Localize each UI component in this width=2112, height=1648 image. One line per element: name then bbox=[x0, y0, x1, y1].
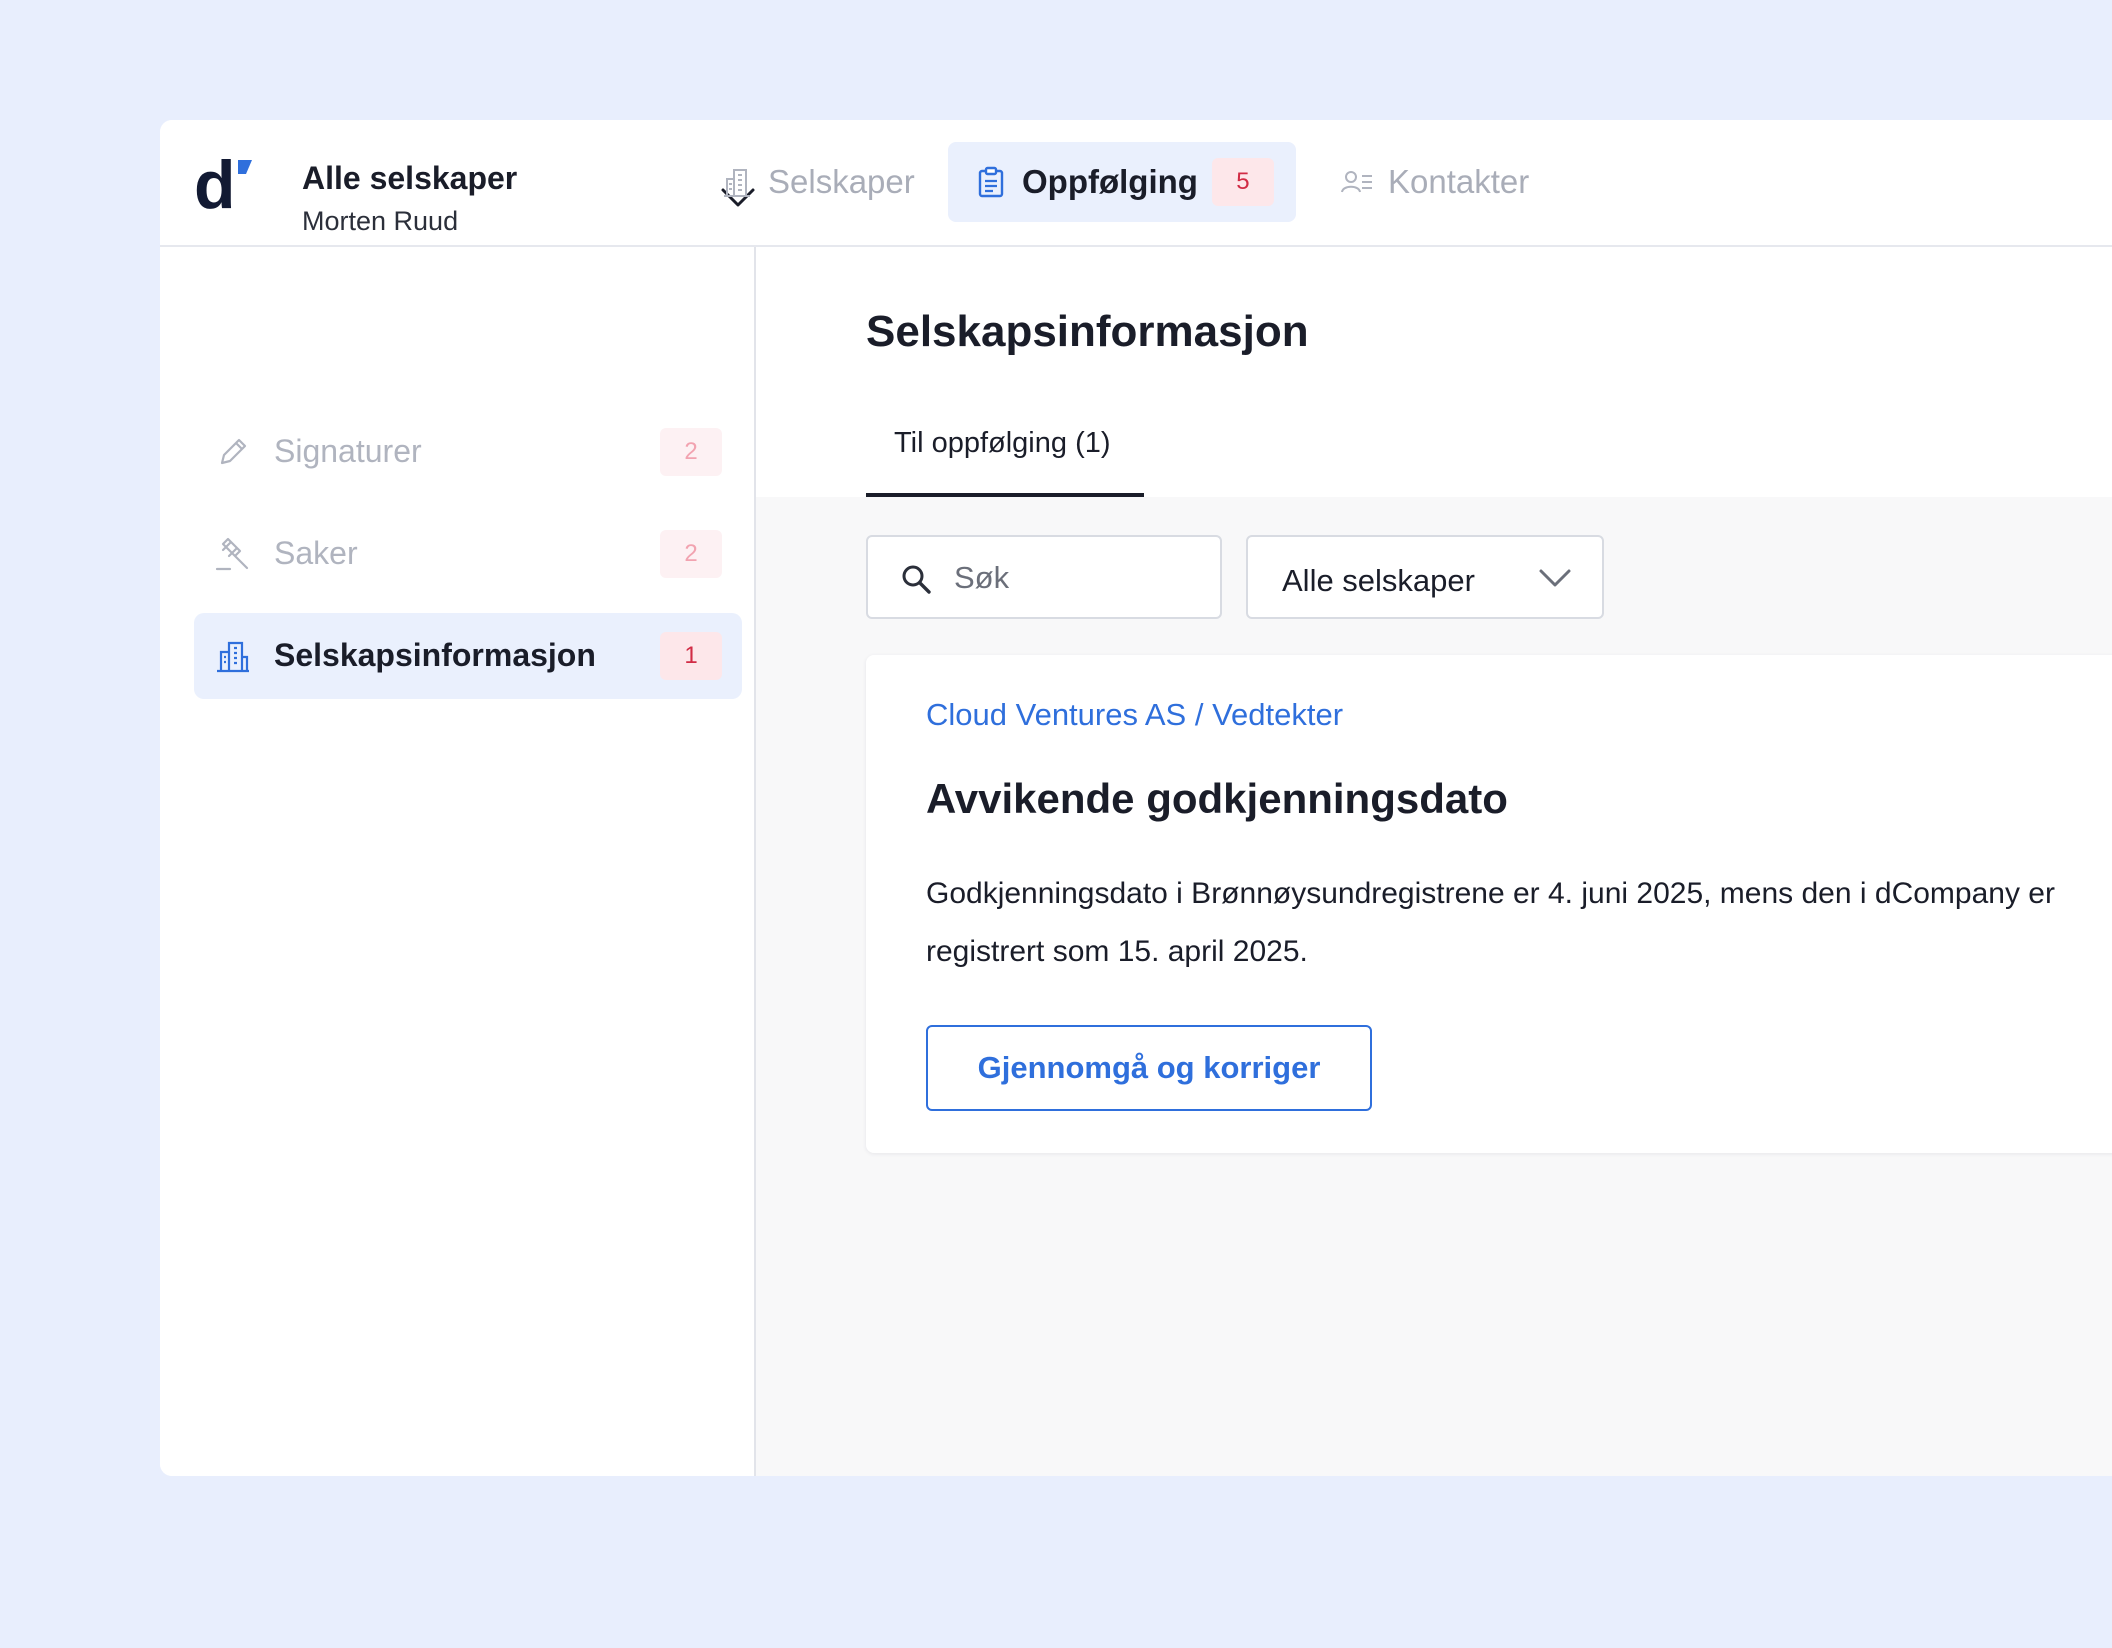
company-switcher-title: Alle selskaper bbox=[302, 160, 518, 196]
company-filter-value: Alle selskaper bbox=[1282, 563, 1475, 598]
sidebar: Signaturer 2 Saker 2 Selskapsinformasjon… bbox=[160, 247, 756, 1476]
page-title: Selskapsinformasjon bbox=[866, 307, 1309, 356]
sidebar-item-label: Signaturer bbox=[274, 433, 422, 469]
pen-icon bbox=[220, 438, 247, 465]
sidebar-item-label: Saker bbox=[274, 535, 358, 571]
content-header: Selskapsinformasjon Til oppfølging (1) bbox=[756, 247, 2112, 497]
card-breadcrumb-link[interactable]: Cloud Ventures AS / Vedtekter bbox=[926, 697, 1343, 733]
review-and-correct-button[interactable]: Gjennomgå og korriger bbox=[926, 1025, 1372, 1111]
tab-oppfolging-badge: 5 bbox=[1211, 158, 1274, 206]
tab-kontakter[interactable]: Kontakter bbox=[1326, 142, 1543, 222]
tab-oppfolging[interactable]: Oppfølging 5 bbox=[948, 142, 1296, 222]
tab-selskaper[interactable]: Selskaper bbox=[706, 142, 929, 222]
clipboard-icon bbox=[978, 166, 1004, 198]
sidebar-item-selskapsinformasjon[interactable]: Selskapsinformasjon 1 bbox=[194, 613, 742, 699]
search-icon bbox=[902, 565, 931, 594]
search-input[interactable] bbox=[952, 551, 1206, 605]
card-description: Godkjenningsdato i Brønnøysundregistrene… bbox=[926, 877, 2055, 968]
tab-oppfolging-label: Oppfølging bbox=[1022, 163, 1198, 200]
sidebar-item-label: Selskapsinformasjon bbox=[274, 637, 596, 673]
chevron-down-icon bbox=[1539, 569, 1571, 587]
sidebar-item-signaturer[interactable]: Signaturer 2 bbox=[194, 409, 742, 495]
contacts-icon bbox=[1341, 171, 1372, 193]
app-window: d Alle selskaper Morten Ruud Selskaper O… bbox=[160, 120, 2112, 1476]
svg-text:d: d bbox=[194, 148, 236, 218]
sidebar-item-badge: 1 bbox=[660, 632, 722, 680]
tab-til-oppfolging[interactable]: Til oppfølging (1) bbox=[866, 395, 1144, 497]
company-switcher-user: Morten Ruud bbox=[302, 206, 459, 236]
tab-kontakter-label: Kontakter bbox=[1388, 163, 1530, 200]
follow-up-card: Cloud Ventures AS / Vedtekter Avvikende … bbox=[866, 655, 2112, 1153]
content-body: Alle selskaper Cloud Ventures AS / Vedte… bbox=[756, 497, 2112, 1476]
sidebar-item-badge: 2 bbox=[660, 428, 722, 476]
tab-selskaper-label: Selskaper bbox=[768, 163, 915, 200]
sidebar-item-badge: 2 bbox=[660, 530, 722, 578]
building-icon bbox=[217, 641, 249, 673]
company-switcher[interactable]: Alle selskaper Morten Ruud bbox=[302, 140, 755, 236]
gavel-icon bbox=[215, 537, 249, 571]
dcompany-logo-icon: d bbox=[194, 148, 252, 218]
company-filter-select[interactable]: Alle selskaper bbox=[1246, 535, 1604, 619]
sidebar-item-saker[interactable]: Saker 2 bbox=[194, 511, 742, 597]
card-title: Avvikende godkjenningsdato bbox=[926, 775, 1508, 822]
top-bar: d Alle selskaper Morten Ruud Selskaper O… bbox=[160, 120, 2112, 247]
search-box[interactable] bbox=[866, 535, 1222, 619]
tab-til-oppfolging-label: Til oppfølging (1) bbox=[894, 427, 1111, 459]
building-icon bbox=[724, 169, 750, 197]
